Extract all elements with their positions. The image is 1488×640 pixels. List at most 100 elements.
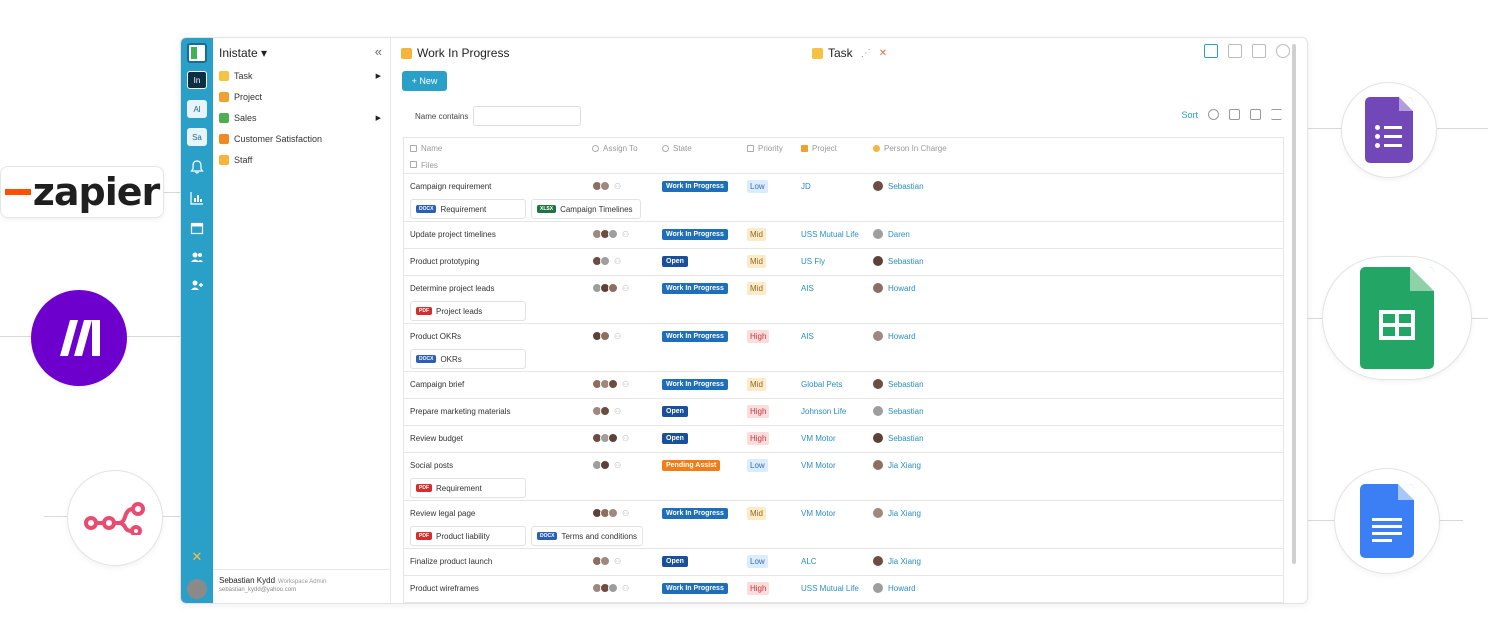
assign-user-icon[interactable]: ⚇: [614, 182, 621, 191]
expand-arrow-icon[interactable]: ▶: [376, 72, 381, 80]
person-link[interactable]: Sebastian: [888, 257, 924, 266]
task-name[interactable]: Determine project leads: [410, 276, 494, 300]
assignee-avatars[interactable]: ⚇: [592, 576, 629, 600]
task-name[interactable]: Social posts: [410, 453, 453, 477]
assign-user-icon[interactable]: ⚇: [614, 557, 621, 566]
task-name[interactable]: Campaign brief: [410, 372, 464, 396]
project-link[interactable]: USS Mutual Life: [801, 576, 859, 600]
person-in-charge[interactable]: Howard: [873, 576, 916, 600]
table-view-icon[interactable]: [1204, 44, 1218, 58]
assign-user-icon[interactable]: ⚇: [622, 584, 629, 593]
person-link[interactable]: Howard: [888, 284, 916, 293]
new-button[interactable]: + New: [402, 71, 447, 91]
project-link[interactable]: Johnson Life: [801, 399, 846, 423]
person-in-charge[interactable]: Sebastian: [873, 399, 924, 423]
project-link[interactable]: VM Motor: [801, 426, 836, 450]
task-name[interactable]: Product OKRs: [410, 324, 461, 348]
status-badge[interactable]: Work In Progress: [662, 228, 728, 240]
task-name[interactable]: Campaign requirement: [410, 174, 491, 198]
person-link[interactable]: Jia Xiang: [888, 461, 921, 470]
column-header-name[interactable]: Name: [410, 144, 442, 153]
workspace-switch-al[interactable]: Al: [187, 100, 207, 118]
assign-user-icon[interactable]: ⚇: [622, 434, 629, 443]
table-row[interactable]: Update project timelines ⚇ Work In Progres…: [404, 222, 1283, 249]
file-chip[interactable]: XLSX Campaign Timelines: [531, 199, 641, 219]
sidebar-item-sales[interactable]: Sales ▶: [219, 110, 385, 126]
assign-user-icon[interactable]: ⚇: [622, 380, 629, 389]
person-link[interactable]: Jia Xiang: [888, 509, 921, 518]
column-header-priority[interactable]: Priority: [747, 144, 783, 153]
project-link[interactable]: ALC: [801, 549, 817, 573]
file-chip[interactable]: PDF Requirement: [410, 478, 526, 498]
person-link[interactable]: Howard: [888, 332, 916, 341]
assign-user-icon[interactable]: ⚇: [614, 461, 621, 470]
assignee-avatars[interactable]: ⚇: [592, 324, 621, 348]
calendar-icon[interactable]: [189, 221, 205, 237]
table-row[interactable]: Prepare marketing materials ⚇ Open High John…: [404, 399, 1283, 426]
refresh-icon[interactable]: [1208, 109, 1219, 120]
assignee-avatars[interactable]: ⚇: [592, 453, 621, 477]
assignee-avatars[interactable]: ⚇: [592, 426, 629, 450]
task-name[interactable]: Prepare marketing materials: [410, 399, 510, 423]
assign-user-icon[interactable]: ⚇: [614, 407, 621, 416]
column-header-files[interactable]: Files: [410, 161, 438, 170]
table-row[interactable]: Product prototyping ⚇ Open Mid US Fly Sebasti…: [404, 249, 1283, 276]
collapse-sidebar-button[interactable]: «: [375, 44, 382, 59]
expand-arrow-icon[interactable]: ▶: [376, 114, 381, 122]
person-in-charge[interactable]: Sebastian: [873, 174, 924, 198]
assignee-avatars[interactable]: ⚇: [592, 399, 621, 423]
task-name[interactable]: Product wireframes: [410, 576, 479, 600]
assignee-avatars[interactable]: ⚇: [592, 549, 621, 573]
column-header-state[interactable]: State: [662, 144, 692, 153]
assignee-avatars[interactable]: ⚇: [592, 501, 629, 525]
user-avatar[interactable]: [187, 579, 207, 599]
sidebar-item-customer-satisfaction[interactable]: Customer Satisfaction: [219, 131, 385, 147]
person-link[interactable]: Jia Xiang: [888, 557, 921, 566]
file-chip[interactable]: DOCX OKRs: [410, 349, 526, 369]
project-link[interactable]: AIS: [801, 276, 814, 300]
bell-icon[interactable]: [189, 160, 205, 176]
project-link[interactable]: US Fly: [801, 249, 825, 273]
file-chip[interactable]: PDF Product liability: [410, 526, 526, 546]
status-badge[interactable]: Work In Progress: [662, 180, 728, 192]
assignee-avatars[interactable]: ⚇: [592, 249, 621, 273]
date-filter-icon[interactable]: [1250, 109, 1261, 120]
person-in-charge[interactable]: Jia Xiang: [873, 549, 921, 573]
column-header-project[interactable]: Project: [801, 144, 837, 153]
assignee-avatars[interactable]: ⚇: [592, 276, 629, 300]
table-row[interactable]: Campaign brief ⚇ Work In Progress Mid Global…: [404, 372, 1283, 399]
add-user-icon[interactable]: [189, 278, 205, 294]
status-badge[interactable]: Pending Assist: [662, 459, 721, 471]
task-name[interactable]: Update project timelines: [410, 222, 496, 246]
assign-user-icon[interactable]: ⚇: [614, 257, 621, 266]
sidebar-item-staff[interactable]: Staff: [219, 152, 385, 168]
magic-wand-icon[interactable]: ✕: [879, 48, 887, 59]
person-link[interactable]: Daren: [888, 230, 910, 239]
table-row[interactable]: Review budget ⚇ Open High VM Motor Sebastian: [404, 426, 1283, 453]
person-link[interactable]: Sebastian: [888, 380, 924, 389]
person-link[interactable]: Sebastian: [888, 407, 924, 416]
person-link[interactable]: Sebastian: [888, 434, 924, 443]
person-in-charge[interactable]: Howard: [873, 276, 916, 300]
sidebar-item-project[interactable]: Project: [219, 89, 385, 105]
task-name[interactable]: Review budget: [410, 426, 463, 450]
status-badge[interactable]: Open: [662, 555, 688, 567]
export-icon[interactable]: [1229, 109, 1240, 120]
status-badge[interactable]: Work In Progress: [662, 507, 728, 519]
sidebar-user-footer[interactable]: Sebastian Kydd Workspace Admin sebastian_…: [213, 569, 390, 603]
card-view-icon[interactable]: [1228, 44, 1242, 58]
settings-icon[interactable]: [1276, 44, 1290, 58]
assign-user-icon[interactable]: ⚇: [622, 509, 629, 518]
project-link[interactable]: JD: [801, 174, 811, 198]
project-link[interactable]: AIS: [801, 324, 814, 348]
project-link[interactable]: Global Pets: [801, 372, 842, 396]
assignee-avatars[interactable]: ⚇: [592, 174, 621, 198]
workspace-switch-in[interactable]: In: [187, 71, 207, 89]
assignee-avatars[interactable]: ⚇: [592, 222, 629, 246]
assign-user-icon[interactable]: ⚇: [614, 332, 621, 341]
project-link[interactable]: USS Mutual Life: [801, 222, 859, 246]
assign-user-icon[interactable]: ⚇: [622, 284, 629, 293]
calendar-view-icon[interactable]: [1252, 44, 1266, 58]
status-badge[interactable]: Work In Progress: [662, 582, 728, 594]
person-in-charge[interactable]: Sebastian: [873, 249, 924, 273]
